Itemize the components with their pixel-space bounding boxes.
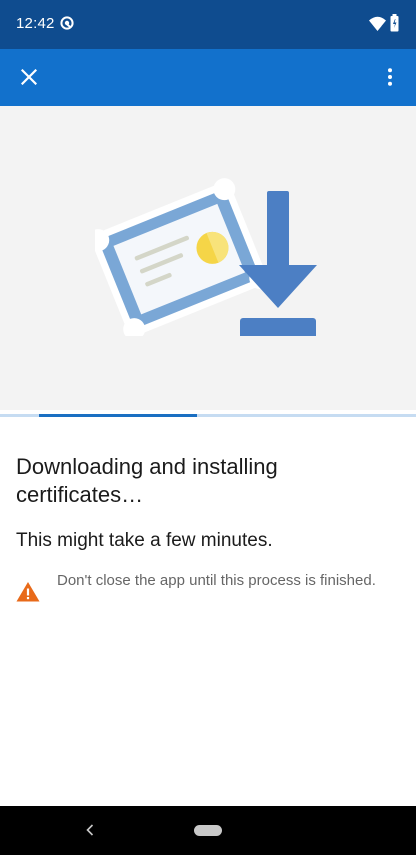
subtitle: This might take a few minutes.: [16, 530, 273, 551]
warning-icon: [16, 582, 40, 602]
close-button[interactable]: [10, 58, 48, 96]
back-button[interactable]: [78, 818, 102, 842]
navigation-bar: [0, 806, 416, 855]
hero-banner: [0, 106, 416, 410]
more-vertical-icon: [388, 68, 392, 86]
progress-bar: [0, 414, 416, 417]
warning-text: Don't close the app until this process i…: [57, 572, 376, 589]
progress-fill: [39, 414, 197, 417]
battery-icon: [390, 14, 399, 32]
app-bar: [0, 49, 416, 106]
back-icon: [86, 824, 94, 836]
close-icon: [21, 69, 37, 85]
screen: 12:42 Downloading and installing certifi…: [0, 0, 416, 855]
status-bar: 12:42: [0, 0, 416, 49]
app-notification-icon: [60, 16, 74, 30]
page-title: Downloading and installing certificates…: [16, 454, 278, 507]
status-time: 12:42: [16, 15, 55, 32]
more-options-button[interactable]: [372, 58, 408, 96]
home-pill-icon[interactable]: [194, 825, 222, 836]
wifi-icon: [369, 16, 386, 31]
certificate-download-illustration: [95, 178, 317, 336]
